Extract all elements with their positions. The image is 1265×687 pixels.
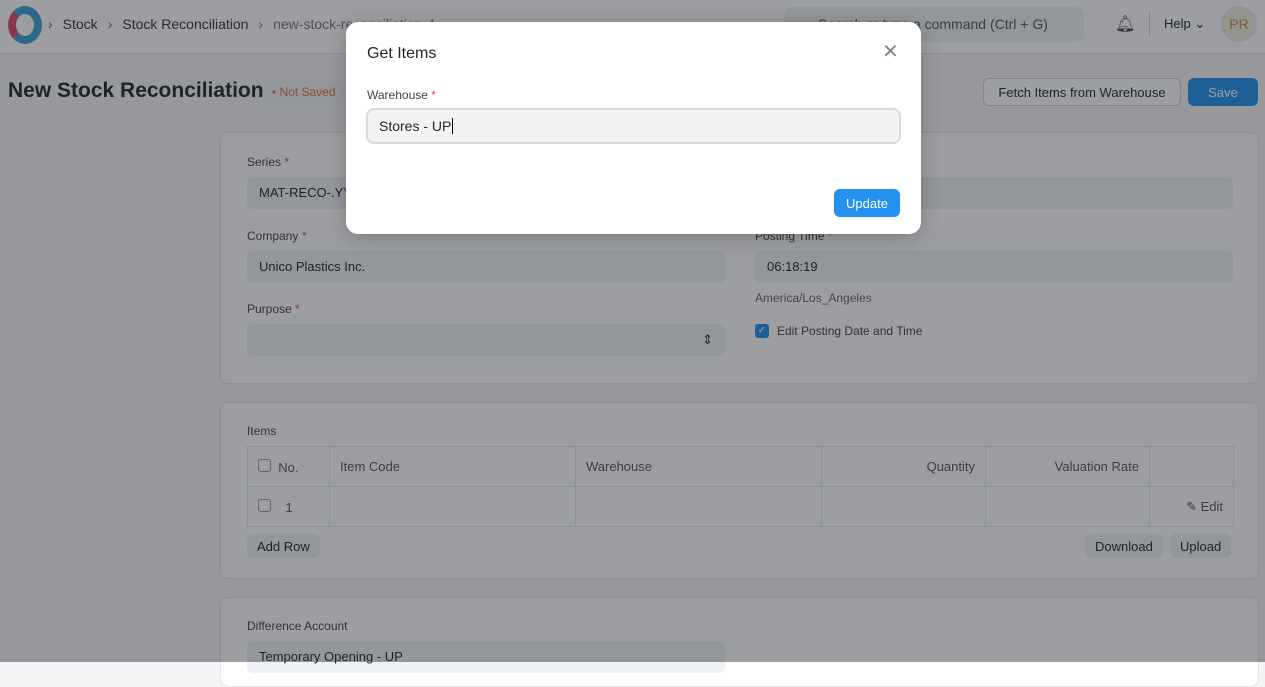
warehouse-label: Warehouse * <box>367 88 436 102</box>
close-icon[interactable]: ✕ <box>882 39 899 64</box>
get-items-dialog: Get Items ✕ Warehouse * Stores - UP Upda… <box>346 22 921 234</box>
update-button[interactable]: Update <box>834 189 900 217</box>
warehouse-input[interactable]: Stores - UP <box>366 108 901 144</box>
dialog-title: Get Items <box>367 45 437 62</box>
